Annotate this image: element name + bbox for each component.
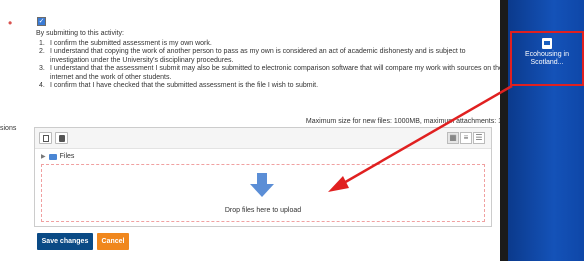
new-file-icon <box>43 135 49 142</box>
statement-list: 1. I confirm the submitted assessment is … <box>36 40 506 91</box>
side-label: sions <box>0 125 17 132</box>
moodle-submission-page: • ✓ By submitting to this activity: 1. I … <box>0 0 508 261</box>
breadcrumb-label: Files <box>59 153 75 160</box>
create-folder-button[interactable] <box>55 132 68 144</box>
expand-triangle-icon: ▶ <box>41 154 46 160</box>
download-arrow-icon <box>250 173 274 197</box>
folder-icon <box>59 135 65 142</box>
grid-view-icon[interactable]: ▦ <box>447 132 459 144</box>
folder-icon <box>48 153 57 160</box>
submission-statement: By submitting to this activity: 1. I conf… <box>36 30 506 91</box>
save-changes-button[interactable]: Save changes <box>37 233 93 250</box>
tree-view-icon[interactable]: ☰ <box>473 132 485 144</box>
statement-item: 1. I confirm the submitted assessment is … <box>39 39 212 47</box>
statement-item: 4. I confirm that I have checked that the… <box>39 82 319 89</box>
drop-zone-text: Drop files here to upload <box>224 207 302 214</box>
list-view-icon[interactable]: ≡ <box>460 132 472 144</box>
file-manager: ▦ ≡ ☰ ▶ Files Drop files here to upload <box>34 127 492 227</box>
max-size-note: Maximum size for new files: 1000MB, maxi… <box>305 118 502 125</box>
acceptance-checkbox[interactable]: ✓ <box>37 17 46 26</box>
drop-zone[interactable]: Drop files here to upload <box>41 164 485 222</box>
statement-intro: By submitting to this activity: <box>36 30 124 37</box>
required-marker: • <box>8 16 13 30</box>
file-manager-toolbar: ▦ ≡ ☰ <box>35 128 491 149</box>
cancel-button[interactable]: Cancel <box>97 233 129 250</box>
highlight-box <box>510 31 584 86</box>
breadcrumb[interactable]: ▶ Files <box>41 153 74 160</box>
statement-item: 3. I understand that the assessment I sub… <box>39 65 503 81</box>
view-switcher: ▦ ≡ ☰ <box>446 132 485 144</box>
add-file-button[interactable] <box>39 132 52 144</box>
statement-item: 2. I understand that copying the work of … <box>39 48 466 64</box>
